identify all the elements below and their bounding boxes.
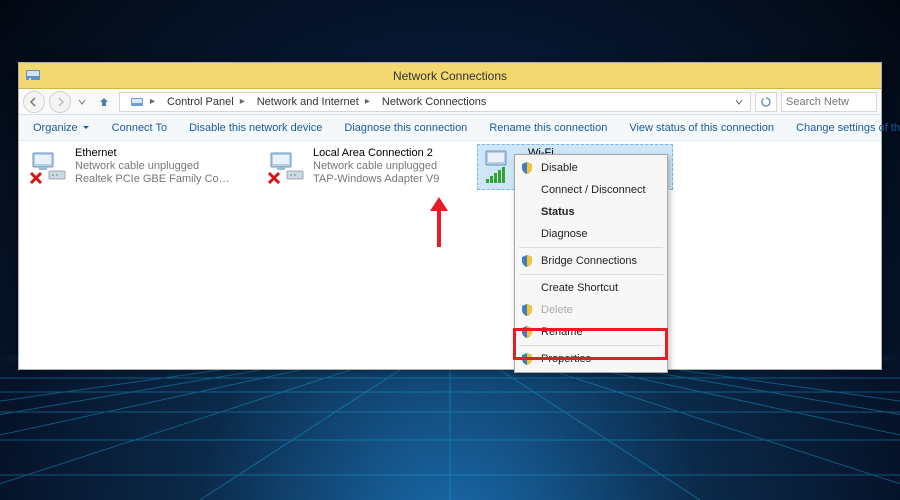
- annotation-arrow: [428, 195, 450, 252]
- cmd-disable[interactable]: Disable this network device: [185, 120, 326, 136]
- chevron-right-icon: ▸: [148, 96, 157, 107]
- connection-name: Local Area Connection 2: [313, 147, 439, 160]
- breadcrumb[interactable]: ▸ Control Panel ▸ Network and Internet ▸ N…: [119, 92, 751, 112]
- breadcrumb-label: Network Connections: [382, 96, 487, 108]
- context-menu-item-disable[interactable]: Disable: [515, 157, 667, 179]
- title-bar: Network Connections: [19, 63, 881, 89]
- context-menu-item-connect-disconnect[interactable]: Connect / Disconnect: [515, 179, 667, 201]
- context-menu-item-create-shortcut[interactable]: Create Shortcut: [515, 277, 667, 299]
- context-menu-label: Create Shortcut: [541, 282, 618, 294]
- context-menu-item-status[interactable]: Status: [515, 201, 667, 223]
- context-menu-item-properties[interactable]: Properties: [515, 348, 667, 370]
- shield-icon: [520, 161, 534, 175]
- cmd-label: Rename this connection: [489, 122, 607, 134]
- breadcrumb-root-icon[interactable]: ▸: [126, 95, 161, 109]
- shield-icon: [520, 254, 534, 268]
- context-menu-item-diagnose[interactable]: Diagnose: [515, 223, 667, 245]
- chevron-down-icon: [82, 124, 90, 132]
- nav-history-dropdown[interactable]: [75, 98, 89, 106]
- refresh-button[interactable]: [755, 92, 777, 112]
- context-menu-item-delete: Delete: [515, 299, 667, 321]
- shield-icon: [520, 352, 534, 366]
- cmd-label: Diagnose this connection: [344, 122, 467, 134]
- chevron-right-icon: ▸: [363, 96, 372, 107]
- context-menu-label: Connect / Disconnect: [541, 184, 646, 196]
- up-button[interactable]: [93, 91, 115, 113]
- connection-status: Network cable unplugged: [313, 160, 439, 173]
- organize-menu[interactable]: Organize: [29, 120, 94, 136]
- breadcrumb-item-0[interactable]: Control Panel ▸: [163, 96, 251, 108]
- breadcrumb-item-1[interactable]: Network and Internet ▸: [253, 96, 376, 108]
- cmd-connect-to[interactable]: Connect To: [108, 120, 171, 136]
- context-menu-label: Delete: [541, 304, 573, 316]
- window-title: Network Connections: [393, 69, 507, 83]
- context-menu-separator: [519, 345, 663, 346]
- context-menu-label: Properties: [541, 353, 591, 365]
- connection-status: Network cable unplugged: [75, 160, 233, 173]
- network-folder-icon: [25, 67, 41, 83]
- context-menu-separator: [519, 274, 663, 275]
- background-floor: [0, 370, 900, 500]
- breadcrumb-label: Network and Internet: [257, 96, 359, 108]
- chevron-down-icon[interactable]: [734, 97, 744, 107]
- ethernet-icon: [267, 147, 307, 187]
- shield-icon: [520, 303, 534, 317]
- context-menu-label: Rename: [541, 326, 583, 338]
- breadcrumb-label: Control Panel: [167, 96, 234, 108]
- context-menu-label: Bridge Connections: [541, 255, 637, 267]
- back-button[interactable]: [23, 91, 45, 113]
- breadcrumb-item-2[interactable]: Network Connections: [378, 96, 491, 108]
- cmd-rename[interactable]: Rename this connection: [485, 120, 611, 136]
- context-menu-item-bridge-connections[interactable]: Bridge Connections: [515, 250, 667, 272]
- forward-button[interactable]: [49, 91, 71, 113]
- search-box[interactable]: [781, 92, 877, 112]
- cmd-label: Connect To: [112, 122, 167, 134]
- cmd-label: Change settings of this connection: [796, 122, 900, 134]
- context-menu-label: Diagnose: [541, 228, 587, 240]
- chevron-right-icon: ▸: [238, 96, 247, 107]
- context-menu-separator: [519, 247, 663, 248]
- connection-name: Ethernet: [75, 147, 233, 160]
- cmd-view-status[interactable]: View status of this connection: [625, 120, 778, 136]
- context-menu-label: Disable: [541, 162, 578, 174]
- context-menu-item-rename[interactable]: Rename: [515, 321, 667, 343]
- connection-device: TAP-Windows Adapter V9: [313, 173, 439, 186]
- cmd-change-settings[interactable]: Change settings of this connection: [792, 120, 900, 136]
- ethernet-icon: [29, 147, 69, 187]
- connection-item-lan2[interactable]: Local Area Connection 2 Network cable un…: [263, 145, 473, 189]
- connection-device: Realtek PCIe GBE Family Controller: [75, 173, 233, 186]
- cmd-label: View status of this connection: [629, 122, 774, 134]
- cmd-label: Disable this network device: [189, 122, 322, 134]
- context-menu-label: Status: [541, 206, 575, 218]
- command-bar: Organize Connect To Disable this network…: [19, 115, 881, 141]
- organize-label: Organize: [33, 122, 78, 134]
- context-menu: Disable Connect / Disconnect Status Diagnos…: [514, 154, 668, 373]
- address-bar: ▸ Control Panel ▸ Network and Internet ▸ N…: [19, 89, 881, 115]
- shield-icon: [520, 325, 534, 339]
- search-input[interactable]: [786, 96, 872, 108]
- connections-pane[interactable]: Ethernet Network cable unplugged Realtek…: [19, 141, 881, 369]
- connection-item-ethernet[interactable]: Ethernet Network cable unplugged Realtek…: [25, 145, 235, 189]
- explorer-window: Network Connections ▸ Control Panel ▸ Net…: [18, 62, 882, 370]
- cmd-diagnose[interactable]: Diagnose this connection: [340, 120, 471, 136]
